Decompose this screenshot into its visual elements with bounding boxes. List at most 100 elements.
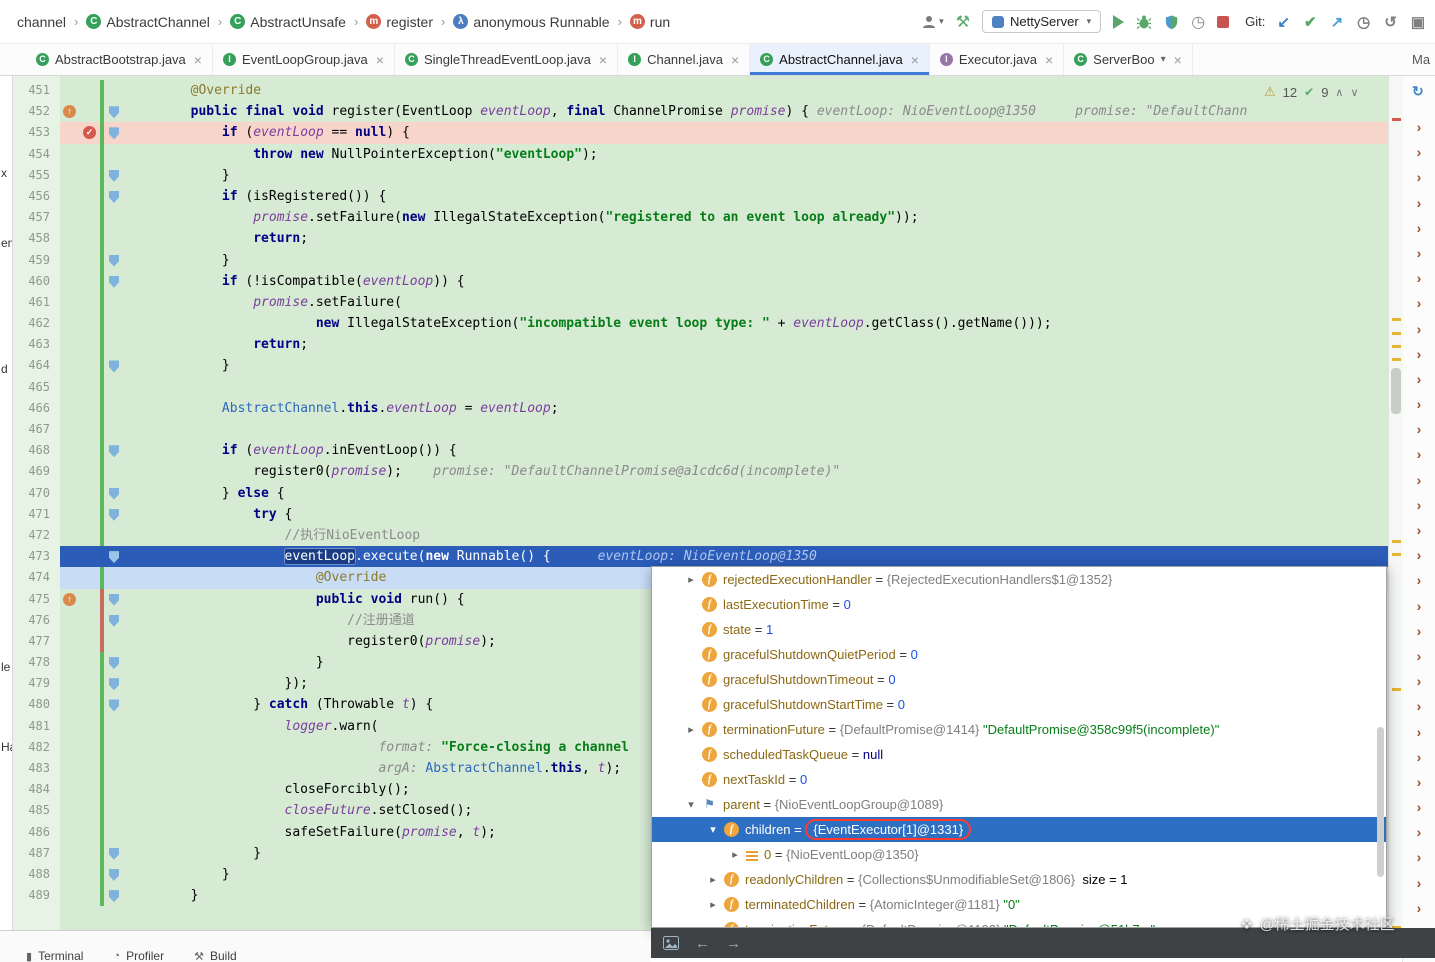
line-number[interactable]: 482 (12, 737, 60, 758)
refresh-icon[interactable]: ↻ (1412, 83, 1424, 100)
tree-chevron-icon[interactable]: ▸ (724, 848, 746, 861)
tree-chevron-icon[interactable]: ▸ (702, 898, 724, 911)
line-gutter[interactable] (60, 842, 128, 864)
code-line[interactable]: 467 (12, 419, 1388, 441)
tab-Executor-java[interactable]: I Executor.java × (930, 44, 1065, 75)
expand-chevron-icon[interactable]: › (1403, 795, 1435, 820)
variable-row-gracefulShutdownStartTime[interactable]: f gracefulShutdownStartTime = 0 (652, 692, 1386, 717)
variable-row-readonlyChildren[interactable]: ▸ f readonlyChildren = {Collections$Unmodi… (652, 867, 1386, 892)
breadcrumb-item-register[interactable]: m register (363, 12, 436, 32)
line-number[interactable]: 471 (12, 504, 60, 525)
line-number[interactable]: 462 (12, 313, 60, 334)
line-gutter[interactable] (60, 185, 128, 208)
line-gutter[interactable] (60, 440, 128, 462)
line-gutter[interactable] (60, 758, 128, 780)
coverage-button[interactable] (1164, 14, 1179, 30)
close-tab-icon[interactable]: × (376, 52, 384, 68)
line-number[interactable]: 477 (12, 631, 60, 652)
next-issue-icon[interactable]: ∨ (1350, 86, 1358, 99)
prev-issue-icon[interactable]: ∧ (1335, 86, 1343, 99)
expand-chevron-icon[interactable]: › (1403, 720, 1435, 745)
code-line[interactable]: 468 if (eventLoop.inEventLoop()) { (12, 440, 1388, 462)
tab-AbstractBootstrap-java[interactable]: C AbstractBootstrap.java × (26, 44, 213, 75)
line-number[interactable]: 474 (12, 567, 60, 588)
line-number[interactable]: 460 (12, 271, 60, 292)
code-line[interactable]: 452 ↑ public final void register(EventLoo… (12, 101, 1388, 123)
line-number[interactable]: 473 (12, 546, 60, 567)
inspections-widget[interactable]: ⚠ 12 ✔ 9 ∧ ∨ (1264, 82, 1359, 102)
variable-row-0[interactable]: ▸ 0 = {NioEventLoop@1350} (652, 842, 1386, 867)
expand-chevron-icon[interactable]: › (1403, 291, 1435, 316)
stop-button[interactable] (1217, 15, 1230, 28)
code-line[interactable]: 469 register0(promise); promise: "Defaul… (12, 461, 1388, 483)
expand-chevron-icon[interactable]: › (1403, 694, 1435, 719)
code-line[interactable]: 458 return; (12, 228, 1388, 250)
expand-chevron-icon[interactable]: › (1403, 896, 1435, 921)
code-line[interactable]: 459 } (12, 249, 1388, 271)
line-number[interactable]: 488 (12, 864, 60, 885)
line-gutter[interactable] (60, 736, 128, 758)
line-number[interactable]: 470 (12, 483, 60, 504)
line-number[interactable]: 484 (12, 779, 60, 800)
expand-chevron-icon[interactable]: › (1403, 417, 1435, 442)
line-gutter[interactable] (60, 164, 128, 186)
line-number[interactable]: 476 (12, 610, 60, 631)
tree-chevron-icon[interactable]: ▸ (680, 573, 702, 586)
variable-row-nextTaskId[interactable]: f nextTaskId = 0 (652, 767, 1386, 792)
popup-scrollbar-thumb[interactable] (1377, 727, 1384, 877)
code-line[interactable]: 465 (12, 376, 1388, 398)
code-line[interactable]: 455 } (12, 164, 1388, 186)
line-number[interactable]: 458 (12, 228, 60, 249)
expand-chevron-icon[interactable]: › (1403, 115, 1435, 140)
statusbar-item-terminal[interactable]: ▮ Terminal (26, 949, 83, 962)
close-tab-icon[interactable]: × (911, 52, 919, 68)
expand-chevron-icon[interactable]: › (1403, 442, 1435, 467)
line-gutter[interactable] (60, 207, 128, 229)
line-gutter[interactable] (60, 482, 128, 504)
line-gutter[interactable] (60, 461, 128, 483)
code-line[interactable]: 463 return; (12, 334, 1388, 356)
breadcrumb-item-abstractunsafe[interactable]: C AbstractUnsafe (227, 12, 349, 32)
tab-AbstractChannel-java[interactable]: C AbstractChannel.java × (750, 44, 930, 75)
code-line[interactable]: 454 throw new NullPointerException("even… (12, 143, 1388, 165)
close-tab-icon[interactable]: × (194, 52, 202, 68)
shelve-icon[interactable]: ▣ (1411, 13, 1425, 31)
code-line[interactable]: 456 if (isRegistered()) { (12, 185, 1388, 208)
debugger-variables-popup[interactable]: ▸ f rejectedExecutionHandler = {RejectedEx… (651, 566, 1387, 928)
code-line[interactable]: 457 promise.setFailure(new IllegalStateE… (12, 207, 1388, 229)
line-gutter[interactable] (60, 546, 128, 567)
tab-EventLoopGroup-java[interactable]: I EventLoopGroup.java × (213, 44, 395, 75)
expand-chevron-icon[interactable]: › (1403, 266, 1435, 291)
line-gutter[interactable] (60, 334, 128, 356)
line-gutter[interactable] (60, 503, 128, 525)
profiler-button[interactable]: ◷ (1191, 12, 1205, 32)
breakpoint-icon[interactable]: ✓ (83, 126, 96, 140)
expand-chevron-icon[interactable]: › (1403, 216, 1435, 241)
line-gutter[interactable] (60, 524, 128, 547)
breadcrumb-item-abstractchannel[interactable]: C AbstractChannel (83, 12, 213, 32)
line-gutter[interactable]: ↑ (60, 588, 128, 610)
expand-chevron-icon[interactable]: › (1403, 165, 1435, 190)
line-number[interactable]: 466 (12, 398, 60, 419)
tab-ServerBoo[interactable]: C ServerBoo ▾ × (1064, 44, 1193, 75)
expand-chevron-icon[interactable]: › (1403, 518, 1435, 543)
tree-chevron-icon[interactable]: ▾ (680, 798, 702, 811)
line-gutter[interactable] (60, 143, 128, 165)
line-gutter[interactable] (60, 249, 128, 271)
screenshot-icon[interactable] (663, 936, 679, 950)
close-tab-icon[interactable]: × (1045, 52, 1053, 68)
code-line[interactable]: 464 } (12, 355, 1388, 377)
line-number[interactable]: 472 (12, 525, 60, 546)
line-gutter[interactable] (60, 609, 128, 631)
line-number[interactable]: 457 (12, 207, 60, 228)
back-arrow-icon[interactable]: ← (695, 935, 710, 952)
variable-row-state[interactable]: f state = 1 (652, 617, 1386, 642)
expand-chevron-icon[interactable]: › (1403, 871, 1435, 896)
expand-chevron-icon[interactable]: › (1403, 568, 1435, 593)
line-number[interactable]: 478 (12, 652, 60, 673)
rollback-icon[interactable]: ↺ (1384, 13, 1397, 31)
line-number[interactable]: 455 (12, 165, 60, 186)
line-gutter[interactable] (60, 313, 128, 335)
line-number[interactable]: 469 (12, 461, 60, 482)
expand-chevron-icon[interactable]: › (1403, 241, 1435, 266)
